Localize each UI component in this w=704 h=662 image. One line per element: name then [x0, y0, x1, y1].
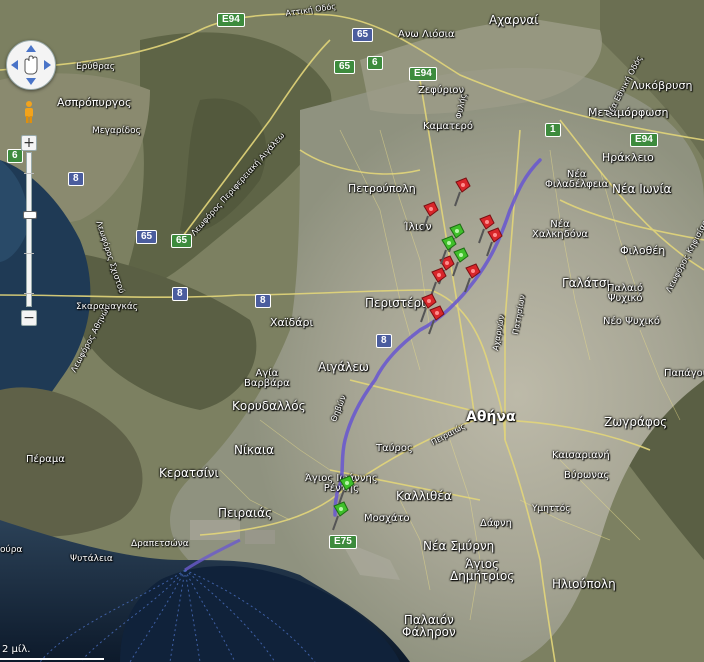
- pan-up-arrow: [26, 45, 36, 52]
- place-label: Ψυτάλεια: [70, 554, 113, 564]
- place-label: Χαϊδάρι: [270, 316, 314, 329]
- place-label: Καματερό: [423, 121, 473, 132]
- zoom-control: + −: [21, 100, 37, 332]
- place-label: Λυκόβρυση: [631, 79, 693, 92]
- place-label: Υμηττός: [532, 504, 571, 514]
- place-label: Ερύθρας: [76, 62, 116, 72]
- zoom-slider-thumb[interactable]: [23, 211, 37, 219]
- route-shield: 6: [367, 56, 383, 70]
- zoom-tick: [24, 173, 34, 174]
- place-label: Δάφνη: [480, 518, 512, 529]
- place-label: Ταύρος: [376, 443, 413, 454]
- place-label: Κορυδαλλός: [232, 399, 306, 413]
- route-shield: 8: [172, 287, 188, 301]
- place-label: Κερατσίνι: [159, 466, 219, 480]
- route-shield: 65: [352, 28, 374, 42]
- route-shield: 65: [171, 234, 193, 248]
- route-shield: 65: [136, 230, 158, 244]
- zoom-slider-track[interactable]: [24, 152, 34, 307]
- place-label: Βύρωνας: [564, 470, 610, 481]
- place-label: Ασπρόπυργος: [57, 96, 132, 109]
- hand-icon: [24, 55, 38, 75]
- place-label-capital: Αθήνα: [466, 409, 516, 425]
- place-label: Παλαιόν Φάληρον: [402, 613, 456, 639]
- place-label: Άγιος Δημήτριος: [450, 557, 515, 583]
- pan-down-arrow: [26, 78, 36, 85]
- place-label: Ζωγράφος: [604, 415, 668, 429]
- zoom-out-button[interactable]: −: [21, 310, 37, 326]
- place-label: Καλλιθέα: [396, 489, 452, 503]
- place-label: Νέο Ψυχικό: [603, 316, 661, 327]
- route-shield: 8: [255, 294, 271, 308]
- place-label: Ζεφύριον: [418, 85, 465, 96]
- place-label: Καισαριανή: [552, 450, 610, 461]
- zoom-in-button[interactable]: +: [21, 135, 37, 151]
- pan-right-arrow: [44, 60, 51, 70]
- green-pushpin-icon[interactable]: [448, 246, 470, 278]
- route-shield: 65: [334, 60, 356, 74]
- red-pushpin-icon[interactable]: [424, 304, 446, 336]
- pan-control-icon[interactable]: [7, 41, 55, 89]
- map-scale: 2 μίλ.: [0, 640, 110, 660]
- scale-label: 2 μίλ.: [2, 644, 31, 655]
- place-label: Δραπετσώνα: [131, 539, 189, 549]
- place-label: Πέραμα: [26, 454, 65, 465]
- place-label: Αγία Βαρβάρα: [244, 368, 290, 389]
- route-shield: 1: [545, 123, 561, 137]
- place-label: Φιλοθέη: [620, 244, 666, 257]
- pan-control[interactable]: [6, 40, 56, 90]
- route-shield: E94: [217, 13, 245, 27]
- scale-bar: [0, 658, 104, 660]
- place-label: Ηλιούπολη: [552, 577, 616, 591]
- place-label: Παπάγου: [664, 368, 704, 379]
- route-shield: 8: [68, 172, 84, 186]
- place-label: Μεταμόρφωση: [588, 106, 669, 119]
- place-label: Νέα Ιωνία: [612, 182, 672, 196]
- red-pushpin-icon[interactable]: [450, 176, 472, 208]
- pan-left-arrow: [11, 60, 18, 70]
- place-label: Αχαρναί: [489, 13, 539, 27]
- zoom-tick: [24, 293, 34, 294]
- place-label: Ηράκλειο: [602, 151, 654, 164]
- place-label: Παλαιό Ψυχικό: [607, 283, 644, 304]
- pegman-icon[interactable]: [22, 100, 36, 124]
- place-label: Νίκαια: [234, 443, 274, 457]
- route-shield: E75: [329, 535, 357, 549]
- place-label: Μεγαρίδος: [92, 126, 141, 136]
- place-label: Πετρούπολη: [348, 182, 416, 195]
- place-label: Γαλάτσι: [562, 276, 611, 290]
- satellite-map[interactable]: Αχαρναί Ανω Λιόσια Ζεφύριον Καματερό Μετ…: [0, 0, 704, 662]
- place-label: Νέα Φιλαδέλφεια: [545, 169, 609, 190]
- place-label: ούρα: [0, 545, 23, 555]
- zoom-tick: [24, 253, 34, 254]
- route-shield: E94: [630, 133, 658, 147]
- route-shield: 8: [376, 334, 392, 348]
- place-label: Αιγάλεω: [318, 360, 369, 374]
- place-label: Ανω Λιόσια: [398, 29, 455, 40]
- green-pushpin-icon[interactable]: [328, 500, 350, 532]
- route-shield: E94: [409, 67, 437, 81]
- place-label: Νέα Σμύρνη: [423, 539, 495, 553]
- red-pushpin-icon[interactable]: [418, 200, 440, 232]
- place-label: Νέα Χαλκηδόνα: [532, 219, 589, 240]
- place-label: Πειραιάς: [218, 506, 273, 520]
- red-pushpin-icon[interactable]: [482, 226, 504, 258]
- place-label: Μοσχάτο: [364, 513, 410, 524]
